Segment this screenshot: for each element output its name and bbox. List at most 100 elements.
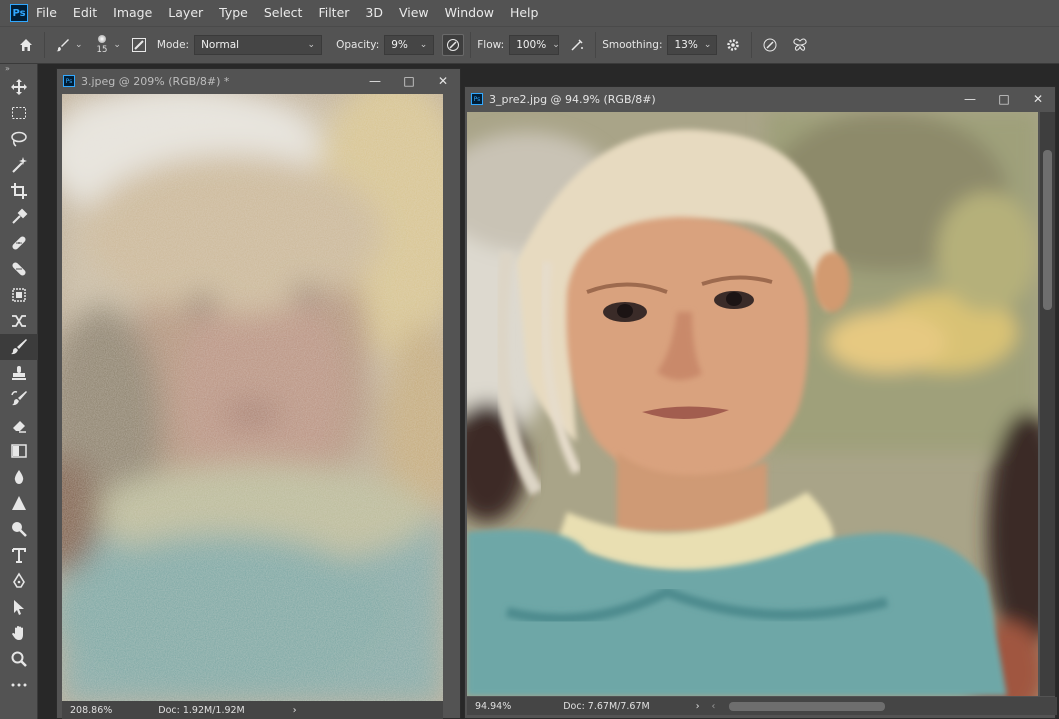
- mode-value: Normal: [201, 39, 240, 51]
- restore-icon[interactable]: □: [987, 92, 1021, 106]
- document-titlebar[interactable]: Ps 3_pre2.jpg @ 94.9% (RGB/8#) — □ ✕: [465, 87, 1055, 111]
- vertical-scroll-thumb[interactable]: [1043, 150, 1052, 310]
- brush-size-value: 15: [96, 45, 108, 55]
- brush-tool[interactable]: [0, 334, 38, 360]
- patch-tool[interactable]: [0, 256, 38, 282]
- brush-settings-panel-icon[interactable]: [127, 33, 151, 57]
- chevron-down-icon: ⌄: [419, 40, 428, 50]
- brush-preset-icon[interactable]: [51, 33, 75, 57]
- flow-field[interactable]: 100% ⌄: [509, 35, 560, 55]
- crop-icon: [11, 183, 27, 199]
- status-arrow-icon[interactable]: ›: [293, 705, 297, 716]
- restore-icon[interactable]: □: [392, 74, 426, 88]
- photoshop-logo-icon[interactable]: Ps: [10, 4, 28, 22]
- frame-tool[interactable]: [0, 282, 38, 308]
- menu-layer[interactable]: Layer: [160, 0, 211, 26]
- document-window-2[interactable]: Ps 3_pre2.jpg @ 94.9% (RGB/8#) — □ ✕ 94.…: [464, 86, 1057, 719]
- crop-tool[interactable]: [0, 178, 38, 204]
- document-window-1[interactable]: Ps 3.jpeg @ 209% (RGB/8#) * — □ ✕ 208.86…: [56, 68, 461, 719]
- menu-file[interactable]: File: [28, 0, 65, 26]
- brush-size-picker[interactable]: 15: [96, 35, 108, 55]
- horizontal-scroll-thumb[interactable]: [729, 701, 886, 711]
- menu-filter[interactable]: Filter: [310, 0, 357, 26]
- chevron-down-icon[interactable]: ⌄: [75, 40, 83, 50]
- more-tools[interactable]: [0, 672, 38, 698]
- dodge-tool[interactable]: [0, 516, 38, 542]
- eraser-tool[interactable]: [0, 412, 38, 438]
- pressure-opacity-icon[interactable]: [442, 34, 465, 56]
- options-bar: ⌄ 15 ⌄ Mode: Normal ⌄ Opacity: 9% ⌄ Flow…: [0, 26, 1059, 64]
- document-titlebar[interactable]: Ps 3.jpeg @ 209% (RGB/8#) * — □ ✕: [57, 69, 460, 93]
- arrow-icon: [14, 600, 24, 615]
- zoom-level[interactable]: 208.86%: [70, 705, 112, 716]
- marquee-tool[interactable]: [0, 100, 38, 126]
- opacity-value: 9%: [391, 39, 408, 51]
- blurry-portrait-image: [62, 94, 443, 701]
- move-icon: [11, 79, 27, 95]
- history-brush-tool[interactable]: [0, 386, 38, 412]
- menu-type[interactable]: Type: [211, 0, 256, 26]
- smoothing-label: Smoothing:: [602, 39, 663, 51]
- drop-icon: [14, 470, 24, 484]
- chevron-down-icon[interactable]: ⌄: [113, 40, 121, 50]
- eraser-icon: [13, 421, 26, 433]
- chevron-down-icon: ⌄: [552, 40, 560, 50]
- clone-stamp-tool[interactable]: [0, 360, 38, 386]
- restored-portrait-image: [467, 112, 1038, 696]
- vertical-scrollbar[interactable]: [1040, 112, 1055, 696]
- flow-value: 100%: [516, 39, 547, 51]
- menu-select[interactable]: Select: [256, 0, 311, 26]
- status-bar: 94.94% Doc: 7.67M/7.67M › ‹: [467, 697, 1057, 715]
- symmetry-butterfly-icon[interactable]: [788, 33, 812, 57]
- type-tool[interactable]: [0, 542, 38, 568]
- home-icon[interactable]: [14, 33, 38, 57]
- move-tool[interactable]: [0, 74, 38, 100]
- divider: [595, 32, 597, 58]
- eyedropper-icon: [12, 208, 28, 224]
- smoothing-value: 13%: [674, 39, 698, 51]
- pen-tool[interactable]: [0, 568, 38, 594]
- close-icon[interactable]: ✕: [1021, 92, 1055, 106]
- close-icon[interactable]: ✕: [426, 74, 460, 88]
- document-title: 3_pre2.jpg @ 94.9% (RGB/8#): [489, 92, 656, 106]
- triangle-icon: [12, 496, 26, 510]
- opacity-field[interactable]: 9% ⌄: [384, 35, 435, 55]
- sharpen-tool[interactable]: [0, 490, 38, 516]
- blur-tool[interactable]: [0, 464, 38, 490]
- document-canvas[interactable]: [62, 94, 443, 701]
- pressure-size-icon[interactable]: [758, 33, 782, 57]
- status-arrow-icon[interactable]: ›: [696, 701, 700, 712]
- menu-help[interactable]: Help: [502, 0, 547, 26]
- spot-healing-tool[interactable]: [0, 230, 38, 256]
- mode-select[interactable]: Normal ⌄: [194, 35, 323, 55]
- menu-3d[interactable]: 3D: [357, 0, 391, 26]
- smoothing-field[interactable]: 13% ⌄: [667, 35, 718, 55]
- zoom-level[interactable]: 94.94%: [475, 701, 511, 712]
- status-bar: 208.86% Doc: 1.92M/1.92M ›: [62, 701, 443, 719]
- gradient-tool[interactable]: [0, 438, 38, 464]
- magic-wand-icon: [12, 157, 27, 173]
- minimize-icon[interactable]: —: [953, 92, 987, 106]
- hand-tool[interactable]: [0, 620, 38, 646]
- document-canvas[interactable]: [467, 112, 1038, 696]
- path-selection-tool[interactable]: [0, 594, 38, 620]
- content-aware-move-tool[interactable]: [0, 308, 38, 334]
- menu-view[interactable]: View: [391, 0, 437, 26]
- menu-window[interactable]: Window: [437, 0, 502, 26]
- scroll-left-icon[interactable]: ‹: [712, 701, 716, 712]
- brush-tip-icon: [97, 35, 106, 43]
- menu-image[interactable]: Image: [105, 0, 160, 26]
- minimize-icon[interactable]: —: [358, 74, 392, 88]
- pen-icon: [13, 572, 25, 588]
- patch-icon: [12, 262, 26, 276]
- lasso-icon: [11, 131, 27, 147]
- zoom-tool[interactable]: [0, 646, 38, 672]
- menu-edit[interactable]: Edit: [65, 0, 105, 26]
- eyedropper-tool[interactable]: [0, 204, 38, 230]
- airbrush-icon[interactable]: [565, 33, 589, 57]
- divider: [751, 32, 753, 58]
- collapse-arrows-icon[interactable]: »: [0, 64, 37, 74]
- lasso-tool[interactable]: [0, 126, 38, 152]
- gear-icon[interactable]: [721, 33, 745, 57]
- magic-wand-tool[interactable]: [0, 152, 38, 178]
